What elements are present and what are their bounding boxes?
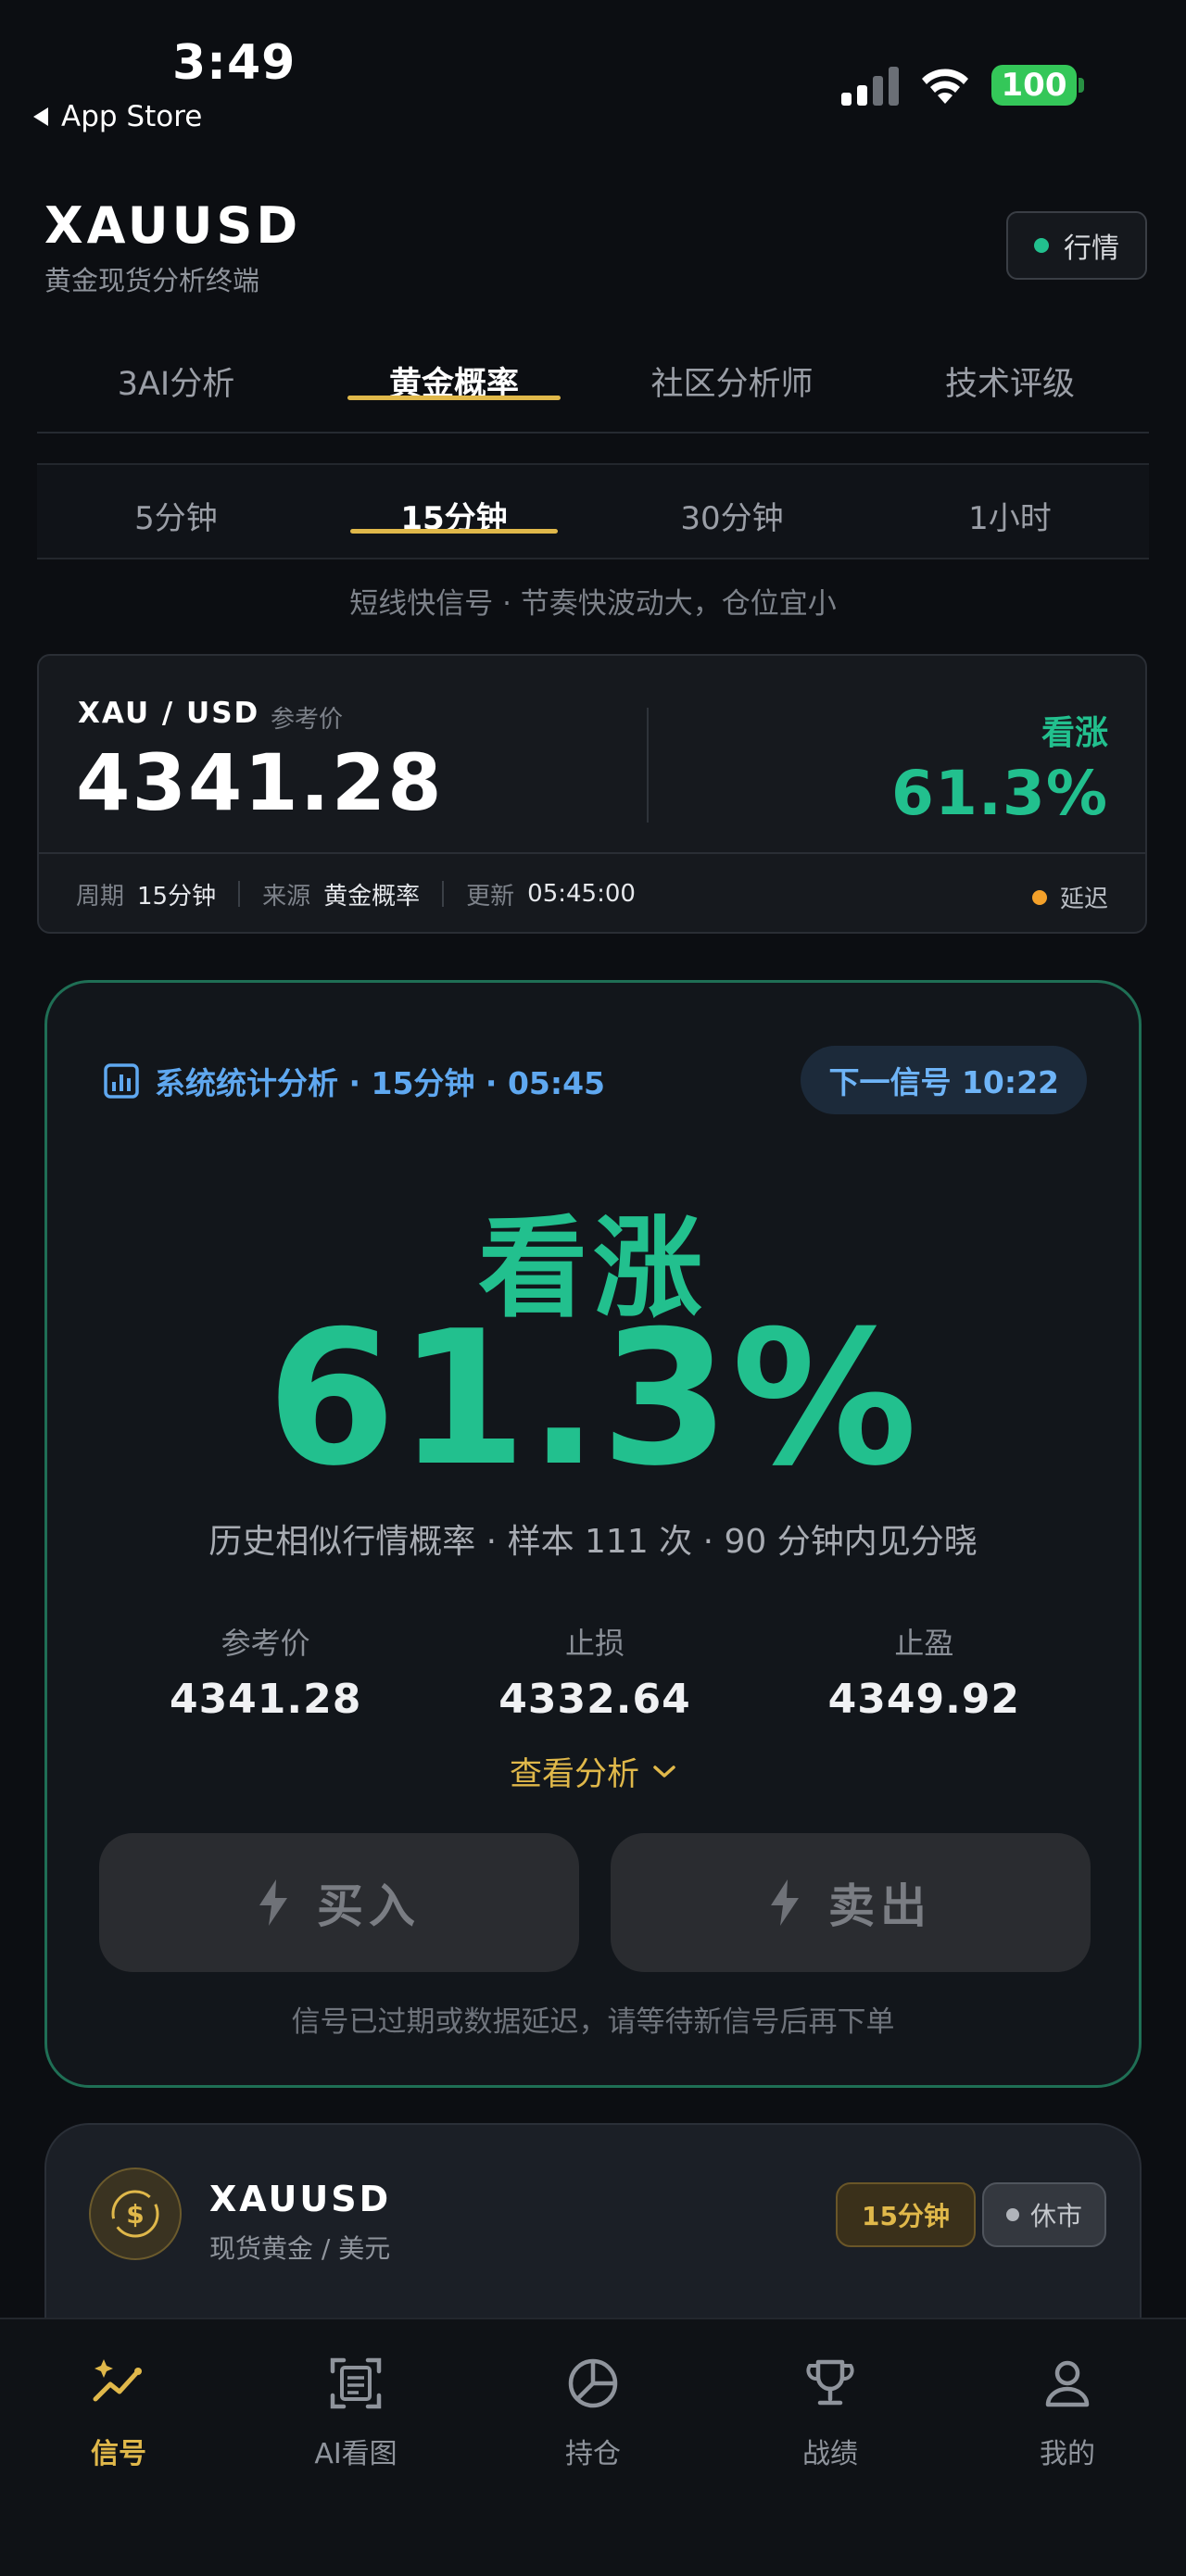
level-stop-loss: 止损 4332.64	[430, 1620, 759, 1723]
delay-status: 延迟	[1031, 880, 1108, 914]
battery-indicator: 100	[991, 65, 1077, 106]
level-take-profit: 止盈 4349.92	[760, 1620, 1089, 1723]
tab-1hour[interactable]: 1小时	[871, 465, 1149, 558]
user-icon	[1045, 2360, 1090, 2407]
chevron-down-icon	[653, 1765, 675, 1778]
nav-label: 信号	[91, 2438, 146, 2470]
period-label: 周期	[76, 882, 125, 911]
level-label: 止损	[564, 1626, 625, 1661]
status-dot-icon	[1006, 2208, 1019, 2221]
page-subtitle: 黄金现货分析终端	[44, 265, 260, 296]
nav-ai-chart[interactable]: AI看图	[237, 2319, 474, 2576]
signal-card: 系统统计分析 · 15分钟 · 05:45 下一信号 10:22 看涨 61.3…	[44, 980, 1142, 2088]
page-title: XAUUSD	[44, 196, 302, 255]
nav-label: 持仓	[565, 2438, 621, 2470]
lightning-icon	[259, 1879, 287, 1926]
bottom-navigation: 信号 AI看图 持仓 战绩 我的	[0, 2318, 1186, 2576]
market-status-chip: 休市	[982, 2182, 1107, 2247]
history-description: 历史相似行情概率 · 样本 111 次 · 90 分钟内见分晓	[208, 1523, 978, 1561]
dollar-cycle-icon: $	[111, 2190, 159, 2238]
expired-notice: 信号已过期或数据延迟，请等待新信号后再下单	[291, 2005, 895, 2039]
level-label: 止盈	[894, 1626, 954, 1661]
signal-chart-icon	[93, 2359, 142, 2402]
tab-15min[interactable]: 15分钟	[315, 465, 593, 558]
pair-label: XAU / USD	[78, 697, 260, 730]
buy-label: 买入	[317, 1879, 421, 1933]
sell-button[interactable]: 卖出	[611, 1833, 1091, 1972]
market-status-label: 休市	[1030, 2201, 1083, 2231]
back-arrow-icon	[33, 107, 48, 126]
pie-chart-icon	[568, 2358, 618, 2408]
source-value: 黄金概率	[323, 882, 421, 911]
cellular-signal-icon	[841, 67, 899, 106]
next-signal-chip: 下一信号 10:22	[801, 1046, 1087, 1114]
nav-label: AI看图	[314, 2438, 397, 2470]
footer-separator	[442, 881, 445, 907]
reference-price-label: 参考价	[271, 706, 344, 734]
currency-exchange-icon: $	[89, 2168, 182, 2260]
status-time: 3:49	[172, 35, 296, 91]
update-value: 05:45:00	[527, 880, 636, 908]
battery-tip	[1079, 78, 1084, 93]
footer-separator	[238, 881, 241, 907]
stat-analysis-text: 系统统计分析 · 15分钟 · 05:45	[155, 1065, 605, 1101]
update-label: 更新	[466, 882, 515, 911]
tab-community-analysts[interactable]: 社区分析师	[593, 345, 871, 432]
market-button-label: 行情	[1064, 232, 1119, 265]
nav-label: 我的	[1040, 2438, 1095, 2470]
lightning-icon	[771, 1879, 799, 1926]
nav-profile[interactable]: 我的	[949, 2319, 1186, 2576]
nav-signal[interactable]: 信号	[0, 2319, 237, 2576]
tab-3ai-analysis[interactable]: 3AI分析	[37, 345, 315, 432]
source-label: 来源	[262, 882, 311, 911]
level-value: 4349.92	[827, 1676, 1021, 1723]
svg-text:$: $	[126, 2199, 144, 2230]
market-button[interactable]: 行情	[1006, 211, 1147, 280]
reference-price: 4341.28	[76, 737, 444, 828]
back-to-app-store[interactable]: App Store	[33, 100, 202, 133]
main-tabs: 3AI分析 黄金概率 社区分析师 技术评级	[37, 345, 1149, 434]
nav-label: 战绩	[802, 2438, 858, 2470]
price-card-footer: 周期 15分钟 来源 黄金概率 更新 05:45:00 延迟	[39, 852, 1145, 934]
delay-dot-icon	[1031, 889, 1047, 905]
live-dot-icon	[1034, 238, 1049, 253]
level-value: 4332.64	[498, 1676, 691, 1723]
timeframe-chip: 15分钟	[836, 2182, 976, 2247]
price-card: XAU / USD 参考价 4341.28 看涨 61.3% 周期 15分钟 来…	[37, 654, 1147, 934]
trophy-icon	[806, 2359, 854, 2406]
view-analysis-label: 查看分析	[509, 1756, 639, 1793]
sell-label: 卖出	[828, 1879, 932, 1933]
ai-scan-icon	[330, 2357, 382, 2409]
nav-positions[interactable]: 持仓	[474, 2319, 712, 2576]
asset-symbol: XAUUSD	[209, 2179, 392, 2219]
nav-performance[interactable]: 战绩	[712, 2319, 949, 2576]
level-label: 参考价	[221, 1626, 310, 1661]
timeframe-tabs: 5分钟 15分钟 30分钟 1小时	[37, 463, 1149, 559]
tab-gold-probability[interactable]: 黄金概率	[315, 345, 593, 432]
tab-5min[interactable]: 5分钟	[37, 465, 315, 558]
wifi-icon	[922, 69, 968, 104]
tab-30min[interactable]: 30分钟	[593, 465, 871, 558]
card-divider	[647, 708, 649, 823]
price-levels: 参考价 4341.28 止损 4332.64 止盈 4349.92	[101, 1620, 1089, 1723]
level-reference: 参考价 4341.28	[101, 1620, 430, 1723]
probability-value: 61.3%	[891, 758, 1108, 829]
buy-button[interactable]: 买入	[99, 1833, 579, 1972]
signal-probability: 61.3%	[267, 1291, 919, 1507]
level-value: 4341.28	[169, 1676, 362, 1723]
timeframe-tagline: 短线快信号 · 节奏快波动大，仓位宜小	[349, 587, 837, 621]
asset-description: 现货黄金 / 美元	[209, 2233, 391, 2264]
view-analysis-toggle[interactable]: 查看分析	[47, 1748, 1139, 1795]
direction-label: 看涨	[1041, 714, 1108, 752]
delay-label: 延迟	[1059, 886, 1108, 913]
bar-chart-icon	[104, 1063, 139, 1099]
tab-technical-rating[interactable]: 技术评级	[871, 345, 1149, 432]
stat-analysis-header: 系统统计分析 · 15分钟 · 05:45	[103, 1059, 605, 1103]
back-label: App Store	[61, 100, 203, 133]
period-value: 15分钟	[137, 882, 217, 911]
